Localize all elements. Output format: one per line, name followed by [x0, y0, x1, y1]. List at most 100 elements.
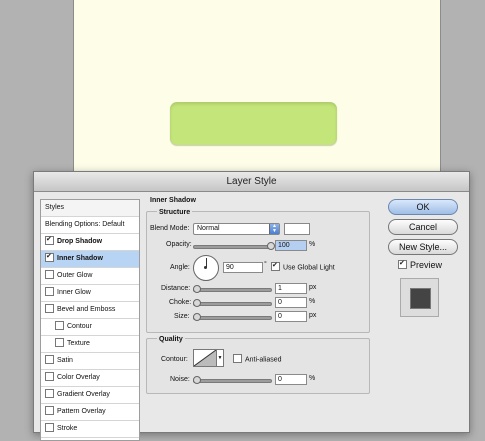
opacity-unit: % — [309, 241, 316, 248]
use-global-light-checkbox[interactable] — [271, 262, 280, 271]
styles-item-contour[interactable]: Contour — [41, 319, 139, 336]
styles-item-checkbox[interactable] — [45, 388, 54, 398]
choke-slider-thumb[interactable] — [193, 299, 201, 307]
styles-list: Styles Blending Options: Default Drop Sha… — [40, 199, 140, 441]
styles-header[interactable]: Styles — [41, 200, 139, 217]
opacity-label: Opacity: — [166, 241, 192, 248]
style-preview-thumbnail — [400, 278, 439, 317]
styles-item-outer-glow[interactable]: Outer Glow — [41, 268, 139, 285]
size-slider-thumb[interactable] — [193, 313, 201, 321]
styles-item-checkbox[interactable] — [45, 252, 54, 262]
use-global-light-label: Use Global Light — [283, 264, 335, 272]
styles-item-color-overlay[interactable]: Color Overlay — [41, 370, 139, 387]
size-field[interactable]: 0 — [275, 311, 307, 322]
angle-unit: ° — [264, 261, 267, 268]
distance-label: Distance: — [161, 285, 191, 292]
size-unit: px — [309, 312, 317, 319]
contour-label: Contour: — [161, 356, 188, 363]
styles-item-satin[interactable]: Satin — [41, 353, 139, 370]
styles-item-label: Drop Shadow — [57, 238, 103, 245]
styles-item-checkbox[interactable] — [45, 371, 54, 381]
preview-checkbox[interactable] — [398, 260, 407, 270]
noise-slider-thumb[interactable] — [193, 376, 201, 384]
noise-slider[interactable] — [193, 379, 272, 383]
styles-item-label: Blending Options: Default — [45, 221, 125, 228]
styles-item-label: Contour — [67, 323, 92, 330]
styles-item-label: Stroke — [57, 425, 78, 432]
styles-item-label: Inner Glow — [57, 289, 91, 296]
styles-item-texture[interactable]: Texture — [41, 336, 139, 353]
styles-item-checkbox[interactable] — [45, 354, 54, 364]
size-label: Size: — [174, 313, 190, 320]
distance-unit: px — [309, 284, 317, 291]
choke-unit: % — [309, 298, 316, 305]
styles-item-gradient-overlay[interactable]: Gradient Overlay — [41, 387, 139, 404]
anti-aliased-label: Anti-aliased — [245, 356, 282, 364]
shadow-color-swatch[interactable] — [284, 223, 310, 235]
styles-item-blending-options-default[interactable]: Blending Options: Default — [41, 217, 139, 234]
styles-item-checkbox[interactable] — [45, 269, 54, 279]
use-global-light-toggle[interactable]: Use Global Light — [271, 262, 335, 272]
styles-item-label: Pattern Overlay — [57, 408, 106, 415]
styles-item-checkbox[interactable] — [45, 303, 54, 313]
choke-field[interactable]: 0 — [275, 297, 307, 308]
blend-mode-label: Blend Mode: — [150, 225, 190, 232]
opacity-field[interactable]: 100 — [275, 240, 307, 251]
styles-item-label: Gradient Overlay — [57, 391, 110, 398]
styles-item-checkbox[interactable] — [45, 422, 54, 432]
styles-item-pattern-overlay[interactable]: Pattern Overlay — [41, 404, 139, 421]
anti-aliased-toggle[interactable]: Anti-aliased — [233, 354, 282, 364]
noise-field[interactable]: 0 — [275, 374, 307, 385]
quality-title: Quality — [157, 336, 185, 343]
anti-aliased-checkbox[interactable] — [233, 354, 242, 363]
styles-item-inner-glow[interactable]: Inner Glow — [41, 285, 139, 302]
styles-item-label: Texture — [67, 340, 90, 347]
layer-style-dialog: Layer Style Styles Blending Options: Def… — [33, 171, 470, 441]
contour-curve-icon — [193, 349, 217, 367]
styles-item-bevel-and-emboss[interactable]: Bevel and Emboss — [41, 302, 139, 319]
distance-field[interactable]: 1 — [275, 283, 307, 294]
document-canvas — [73, 0, 441, 176]
styles-item-checkbox[interactable] — [45, 405, 54, 415]
styles-item-checkbox[interactable] — [55, 337, 64, 347]
blend-mode-select[interactable]: Normal ▲ ▼ — [193, 223, 280, 235]
distance-slider[interactable] — [193, 288, 272, 292]
styles-item-label: Bevel and Emboss — [57, 306, 116, 313]
opacity-slider[interactable] — [193, 245, 272, 249]
preview-toggle[interactable]: Preview — [398, 260, 442, 270]
noise-label: Noise: — [170, 376, 190, 383]
opacity-slider-thumb[interactable] — [267, 242, 275, 250]
styles-item-label: Color Overlay — [57, 374, 100, 381]
new-style-button[interactable]: New Style... — [388, 239, 458, 255]
size-slider[interactable] — [193, 316, 272, 320]
inner-shadow-panel: Inner Shadow Structure Blend Mode: Norma… — [146, 197, 374, 437]
ok-button[interactable]: OK — [388, 199, 458, 215]
contour-dropdown-arrow-icon[interactable]: ▼ — [217, 349, 224, 367]
styles-item-label: Inner Shadow — [57, 255, 103, 262]
styles-item-checkbox[interactable] — [45, 235, 54, 245]
angle-label: Angle: — [170, 264, 190, 271]
choke-label: Choke: — [169, 299, 192, 306]
structure-title: Structure — [157, 209, 193, 216]
preview-label: Preview — [410, 260, 443, 270]
styles-item-checkbox[interactable] — [55, 320, 64, 330]
styles-item-inner-shadow[interactable]: Inner Shadow — [41, 251, 139, 268]
cancel-button[interactable]: Cancel — [388, 219, 458, 235]
angle-dial[interactable] — [193, 255, 219, 281]
styles-item-label: Satin — [57, 357, 73, 364]
contour-preview[interactable] — [193, 349, 217, 367]
styles-item-label: Outer Glow — [57, 272, 93, 279]
style-preview-swatch — [410, 288, 431, 309]
quality-group: Quality Contour: ▼ Anti-aliased Noise: 0… — [146, 336, 370, 394]
styles-item-drop-shadow[interactable]: Drop Shadow — [41, 234, 139, 251]
choke-slider[interactable] — [193, 302, 272, 306]
dialog-title: Layer Style — [34, 172, 469, 192]
styles-item-checkbox[interactable] — [45, 286, 54, 296]
distance-slider-thumb[interactable] — [193, 285, 201, 293]
canvas-button-shape — [170, 102, 337, 145]
select-arrows-icon: ▲ ▼ — [269, 224, 279, 234]
angle-field[interactable]: 90 — [223, 262, 263, 273]
structure-group: Structure Blend Mode: Normal ▲ ▼ Opacity:… — [146, 209, 370, 333]
noise-unit: % — [309, 375, 316, 382]
section-title: Inner Shadow — [150, 197, 196, 204]
